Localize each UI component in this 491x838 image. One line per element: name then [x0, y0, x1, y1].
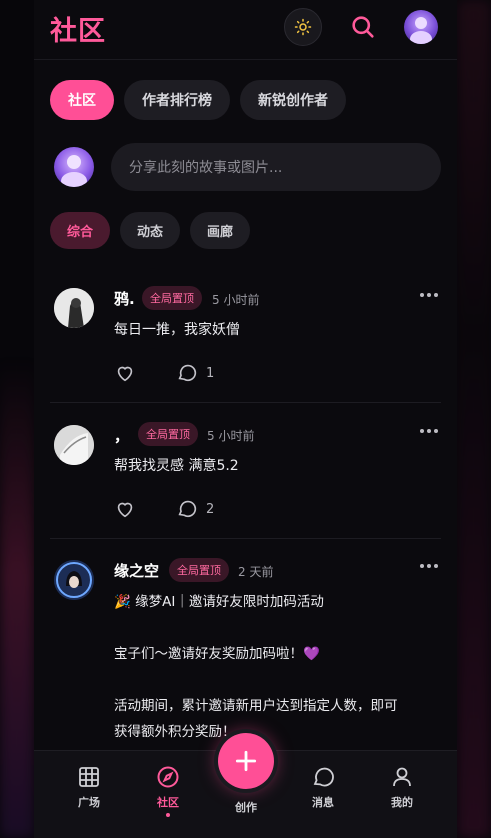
search-button[interactable] [349, 13, 377, 41]
post-text-line [114, 667, 439, 693]
post-card[interactable]: ， 全局置顶 5 小时前 帮我找灵感 满意5.2 2 [50, 403, 441, 539]
tab-new-creators[interactable]: 新锐创作者 [240, 80, 346, 120]
grid-icon [79, 767, 99, 787]
post-text: 帮我找灵感 满意5.2 [114, 458, 239, 474]
nav-label: 创作 [235, 801, 257, 814]
avatar-figure-icon [410, 17, 432, 44]
search-icon [352, 16, 374, 38]
post-time: 5 小时前 [212, 293, 260, 307]
sun-icon [294, 18, 312, 36]
post-author-avatar[interactable] [54, 425, 94, 465]
post-author-avatar[interactable] [54, 288, 94, 328]
avatar-sketch-icon [54, 425, 94, 465]
composer-avatar [54, 147, 94, 187]
pinned-badge: 全局置顶 [138, 422, 198, 446]
app-window: 社区 社区 作者排行榜 新锐创作者 分享此刻的故事或图片... 综合 动态 画廊… [34, 0, 457, 838]
theme-toggle-button[interactable] [284, 8, 322, 46]
create-button[interactable] [218, 733, 274, 789]
community-tabs: 社区 作者排行榜 新锐创作者 [50, 80, 346, 120]
post-actions: 2 [114, 498, 254, 520]
pinned-badge: 全局置顶 [142, 286, 202, 310]
post-more-button[interactable] [417, 290, 441, 300]
comment-button[interactable]: 1 [176, 362, 214, 384]
comment-icon [178, 364, 197, 382]
post-more-button[interactable] [417, 561, 441, 571]
nav-label: 我的 [391, 796, 413, 809]
post-text: 每日一推，我家妖僧 [114, 322, 240, 338]
nav-label: 社区 [157, 796, 179, 809]
tab-author-ranking[interactable]: 作者排行榜 [124, 80, 230, 120]
top-bar: 社区 [34, 0, 457, 60]
post-card[interactable]: 鸦. 全局置顶 5 小时前 每日一推，我家妖僧 1 [50, 270, 441, 403]
comment-count: 2 [206, 501, 215, 517]
post-text-line: 获得额外积分奖励！ [114, 724, 236, 740]
post-author-name[interactable]: ， [114, 425, 129, 446]
avatar-figure-icon [61, 155, 87, 187]
post-time: 2 天前 [238, 565, 274, 579]
post-text: 🎉 缘梦AI｜邀请好友限时加码活动 宝子们～邀请好友奖励加码啦！💜 活动期间，累… [114, 589, 439, 745]
post-author-name[interactable]: 缘之空 [114, 560, 159, 581]
tab-community[interactable]: 社区 [50, 80, 114, 120]
comment-icon [178, 500, 197, 518]
post-author-avatar[interactable] [54, 560, 94, 600]
filter-tab-all[interactable]: 综合 [50, 212, 111, 249]
composer-placeholder: 分享此刻的故事或图片... [129, 160, 283, 176]
filter-tab-moments[interactable]: 动态 [120, 212, 181, 249]
active-indicator [166, 813, 170, 817]
nav-plaza[interactable]: 广场 [59, 765, 119, 810]
post-more-button[interactable] [417, 426, 441, 436]
avatar-character-icon [54, 560, 94, 600]
filter-tab-gallery[interactable]: 画廊 [190, 212, 251, 249]
nav-profile[interactable]: 我的 [372, 765, 432, 810]
user-icon [393, 767, 411, 787]
background-glow-right [457, 0, 491, 838]
nav-community[interactable]: 社区 [138, 765, 198, 817]
nav-label: 广场 [78, 796, 100, 809]
pinned-badge: 全局置顶 [169, 558, 229, 582]
post-text-line: 活动期间，累计邀请新用户达到指定人数，即可 [114, 698, 398, 714]
like-button[interactable] [114, 498, 136, 520]
heart-icon [117, 366, 133, 382]
plus-icon [235, 750, 257, 772]
post-actions: 1 [114, 362, 254, 384]
nav-messages[interactable]: 消息 [293, 765, 353, 810]
heart-icon [117, 502, 133, 518]
post-text-line: 🎉 缘梦AI｜邀请好友限时加码活动 [114, 594, 324, 610]
avatar-portrait-icon [54, 288, 94, 328]
post-text-line [114, 615, 439, 641]
post-composer: 分享此刻的故事或图片... [50, 143, 441, 191]
post-author-name[interactable]: 鸦. [114, 288, 135, 309]
like-button[interactable] [114, 362, 136, 384]
comment-count: 1 [206, 365, 215, 381]
comment-button[interactable]: 2 [176, 498, 214, 520]
bottom-navigation: 广场 社区 创作 消息 我的 [34, 733, 457, 838]
post-time: 5 小时前 [207, 429, 255, 443]
composer-input[interactable]: 分享此刻的故事或图片... [111, 143, 441, 191]
post-card[interactable]: 缘之空 全局置顶 2 天前 🎉 缘梦AI｜邀请好友限时加码活动 宝子们～邀请好友… [50, 539, 441, 759]
compass-icon [157, 766, 179, 788]
chat-icon [313, 767, 334, 787]
user-avatar[interactable] [404, 10, 438, 44]
post-text-line: 宝子们～邀请好友奖励加码啦！💜 [114, 646, 320, 662]
feed-filter-tabs: 综合 动态 画廊 [50, 212, 251, 249]
page-title: 社区 [50, 16, 106, 47]
background-glow-left [0, 360, 34, 838]
nav-label: 消息 [312, 796, 334, 809]
